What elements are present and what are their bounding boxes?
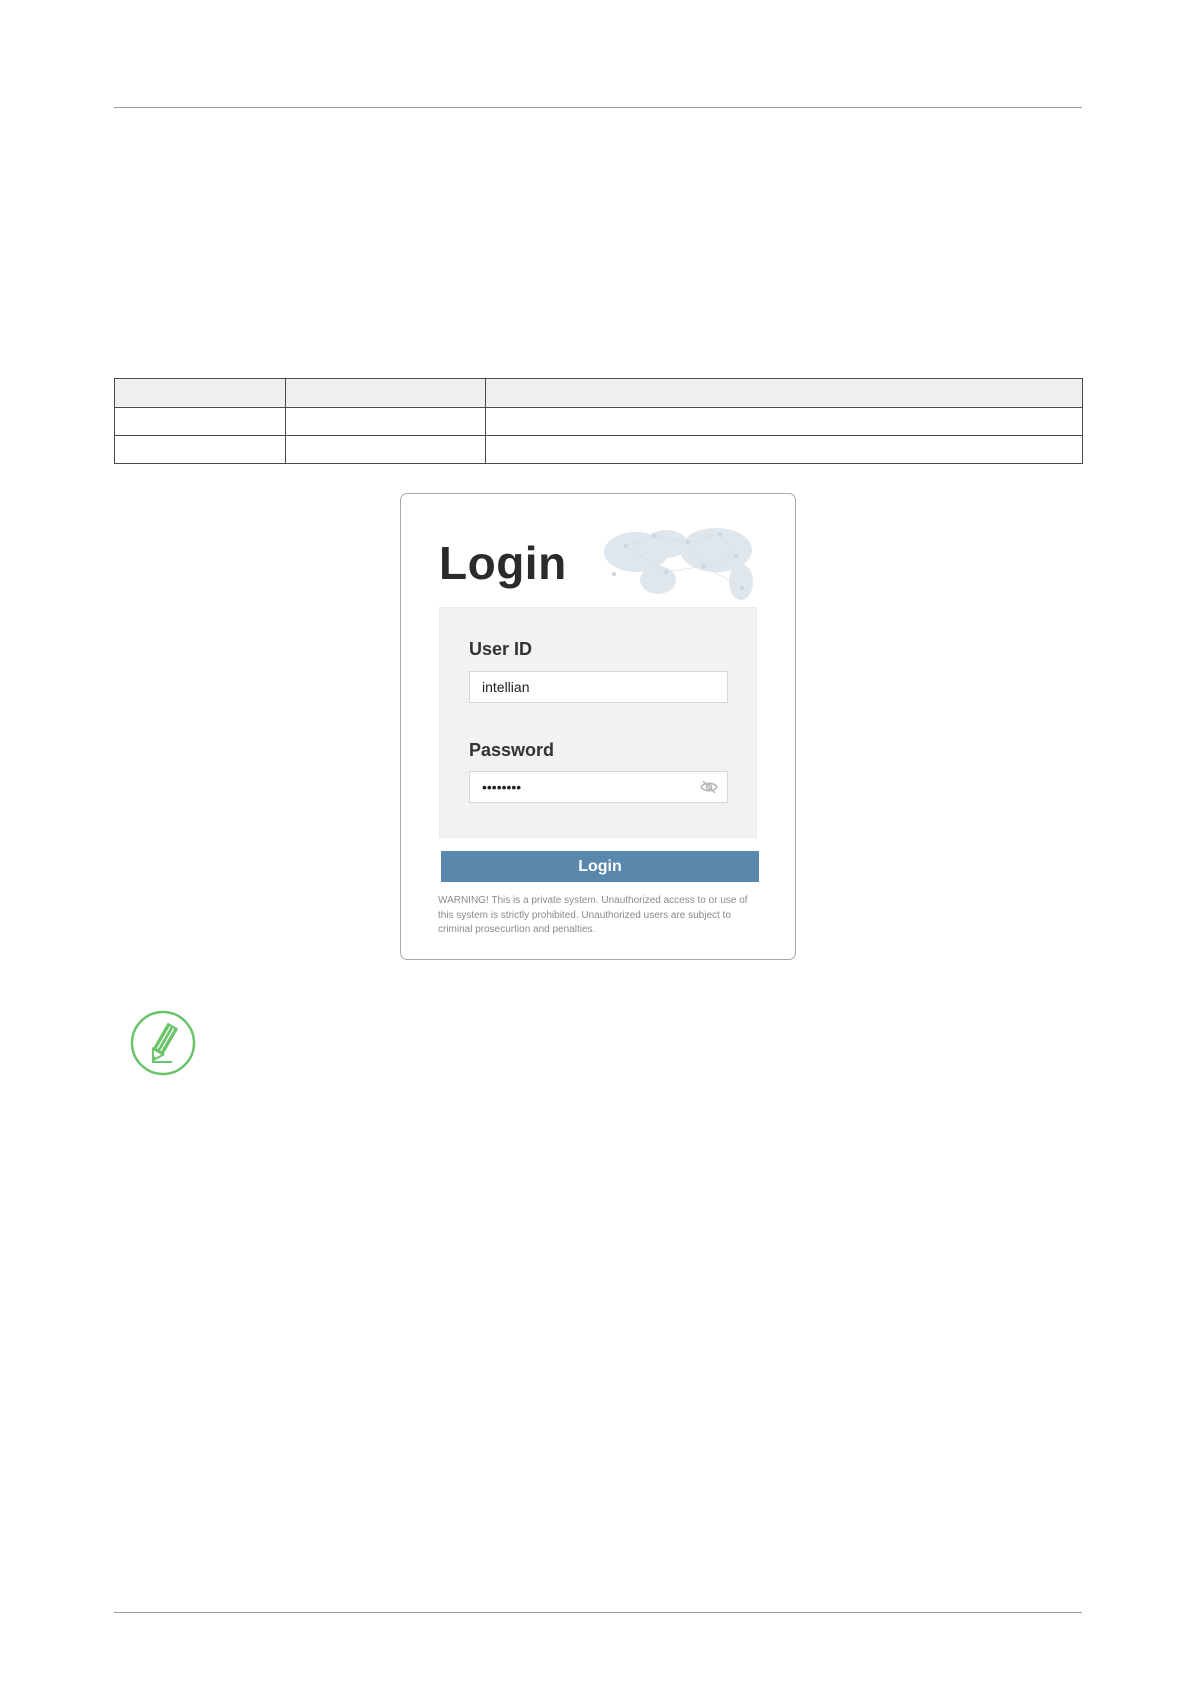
table-cell xyxy=(114,435,286,464)
password-value: •••••••• xyxy=(482,779,522,795)
table-cell xyxy=(485,407,1083,436)
user-id-input[interactable]: intellian xyxy=(469,671,728,703)
eye-slash-icon[interactable] xyxy=(700,779,718,795)
table-row xyxy=(114,435,1083,464)
login-button[interactable]: Login xyxy=(441,851,759,882)
table-header-cell xyxy=(285,378,486,408)
table-cell xyxy=(485,435,1083,464)
header-rule xyxy=(114,107,1082,108)
footer-rule xyxy=(114,1612,1082,1613)
table-cell xyxy=(285,435,486,464)
table-header-row xyxy=(114,378,1083,408)
password-input[interactable]: •••••••• xyxy=(469,771,728,803)
table-header-cell xyxy=(485,378,1083,408)
pencil-note-icon xyxy=(130,1010,196,1076)
spec-table xyxy=(114,378,1083,464)
table-cell xyxy=(285,407,486,436)
password-label: Password xyxy=(469,740,555,760)
login-title: Login xyxy=(439,537,567,589)
login-form-panel: User ID intellian Password •••••••• xyxy=(439,607,757,838)
warning-text: WARNING! This is a private system. Unaut… xyxy=(438,895,748,935)
user-id-label: User ID xyxy=(469,639,533,659)
world-map-icon xyxy=(604,528,753,600)
login-screenshot-card: Login User ID intellian Password •••••••… xyxy=(400,493,796,960)
table-row xyxy=(114,407,1083,436)
table-header-cell xyxy=(114,378,286,408)
table-cell xyxy=(114,407,286,436)
